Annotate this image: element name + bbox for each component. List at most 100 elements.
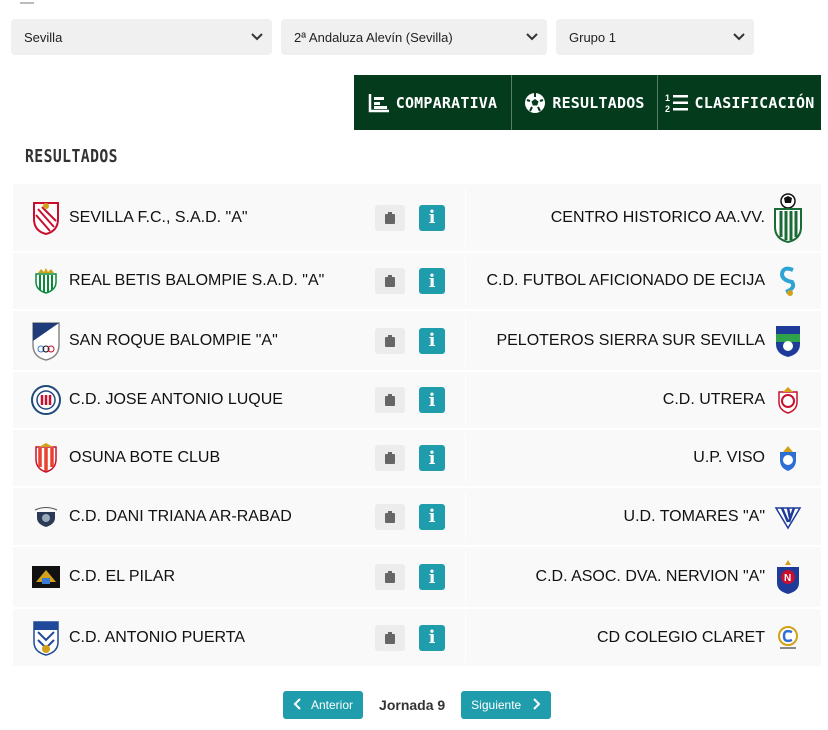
row-divider <box>465 613 466 662</box>
results-list: SEVILLA F.C., S.A.D. "A" i CENTRO HISTOR… <box>13 184 821 668</box>
home-team[interactable]: C.D. ANTONIO PUERTA <box>13 619 373 657</box>
match-info-button[interactable]: i <box>419 268 445 294</box>
away-team[interactable]: CD COLEGIO CLARET <box>461 621 821 655</box>
match-actions: i <box>375 503 445 530</box>
pagination: Anterior Jornada 9 Siguiente <box>283 691 552 719</box>
chevron-down-icon <box>525 30 539 44</box>
match-info-button[interactable]: i <box>419 445 445 471</box>
clipboard-icon[interactable] <box>375 445 405 471</box>
home-team-name: REAL BETIS BALOMPIE S.A.D. "A" <box>69 272 325 289</box>
away-team[interactable]: C.D. UTRERA <box>461 383 821 417</box>
svg-text:N: N <box>784 573 791 584</box>
match-actions: i <box>375 445 445 471</box>
match-row: C.D. EL PILAR i C.D. ASOC. DVA. NERVION … <box>13 547 821 609</box>
tab-clasificacion[interactable]: 1 2 CLASIFICACIÓN <box>658 75 821 130</box>
jose-antonio-luque-crest-icon <box>31 383 61 417</box>
match-info-button[interactable]: i <box>419 564 445 590</box>
utrera-crest-icon <box>773 383 803 417</box>
away-team-name: U.P. VISO <box>693 449 765 466</box>
match-row: OSUNA BOTE CLUB i U.P. VISO <box>13 430 821 488</box>
home-team[interactable]: C.D. JOSE ANTONIO LUQUE <box>13 383 373 417</box>
next-button[interactable]: Siguiente <box>461 691 552 719</box>
filters-bar: Sevilla 2ª Andaluza Alevín (Sevilla) Gru… <box>11 19 763 55</box>
betis-crest-icon <box>31 264 61 298</box>
tomares-crest-icon <box>773 500 803 534</box>
away-team[interactable]: CENTRO HISTORICO AA.VV. <box>461 192 821 244</box>
row-divider <box>465 315 466 366</box>
away-team[interactable]: C.D. FUTBOL AFICIONADO DE ECIJA <box>461 264 821 298</box>
away-team[interactable]: U.P. VISO <box>461 441 821 475</box>
match-actions: i <box>375 204 445 231</box>
row-divider <box>465 376 466 424</box>
previous-button[interactable]: Anterior <box>283 691 364 719</box>
row-divider <box>465 188 466 247</box>
next-button-label: Siguiente <box>471 698 522 712</box>
province-select[interactable]: Sevilla <box>11 19 272 55</box>
competition-select-value: 2ª Andaluza Alevín (Sevilla) <box>294 29 453 45</box>
clipboard-icon[interactable] <box>375 327 405 354</box>
tab-clasificacion-label: CLASIFICACIÓN <box>694 93 815 112</box>
clipboard-icon[interactable] <box>375 564 405 590</box>
home-team[interactable]: C.D. DANI TRIANA AR-RABAD <box>13 500 373 534</box>
match-actions: i <box>375 564 445 590</box>
match-info-button[interactable]: i <box>419 204 445 231</box>
home-team[interactable]: OSUNA BOTE CLUB <box>13 441 373 475</box>
peloteros-crest-icon <box>773 323 803 359</box>
football-icon <box>524 92 546 114</box>
match-info-button[interactable]: i <box>419 624 445 651</box>
group-select-value: Grupo 1 <box>569 29 616 45</box>
centro-historico-crest-icon <box>773 192 803 244</box>
match-row: C.D. JOSE ANTONIO LUQUE i C.D. UTRERA <box>13 372 821 430</box>
match-info-button[interactable]: i <box>419 503 445 530</box>
clipboard-icon[interactable] <box>375 387 405 413</box>
away-team-name: C.D. ASOC. DVA. NERVION "A" <box>535 568 765 585</box>
away-team[interactable]: C.D. ASOC. DVA. NERVION "A" N <box>461 558 821 596</box>
home-team-name: C.D. JOSE ANTONIO LUQUE <box>69 391 283 408</box>
chevron-right-icon <box>531 697 541 713</box>
row-divider <box>465 551 466 603</box>
match-actions: i <box>375 268 445 294</box>
sevilla-crest-icon <box>31 201 61 235</box>
match-info-button[interactable]: i <box>419 327 445 354</box>
match-actions: i <box>375 327 445 354</box>
home-team-name: C.D. DANI TRIANA AR-RABAD <box>69 507 292 525</box>
competition-select[interactable]: 2ª Andaluza Alevín (Sevilla) <box>281 19 547 55</box>
ecija-crest-icon <box>773 264 803 298</box>
clipboard-icon[interactable] <box>375 503 405 530</box>
away-team-name: C.D. FUTBOL AFICIONADO DE ECIJA <box>486 272 765 289</box>
nervion-crest-icon: N <box>773 558 803 596</box>
row-divider <box>465 257 466 305</box>
match-actions: i <box>375 387 445 413</box>
chart-icon <box>368 93 390 113</box>
tab-resultados[interactable]: RESULTADOS <box>512 75 658 130</box>
antonio-puerta-crest-icon <box>31 619 61 657</box>
chevron-left-icon <box>293 697 303 713</box>
clipboard-icon[interactable] <box>375 624 405 651</box>
el-pilar-crest-icon <box>31 560 61 594</box>
clipboard-icon[interactable] <box>375 204 405 231</box>
away-team[interactable]: U.D. TOMARES "A" <box>461 500 821 534</box>
match-info-button[interactable]: i <box>419 387 445 413</box>
tab-comparativa-label: COMPARATIVA <box>395 93 498 112</box>
row-divider <box>465 434 466 482</box>
away-team[interactable]: PELOTEROS SIERRA SUR SEVILLA <box>461 323 821 359</box>
row-divider <box>465 492 466 541</box>
chevron-down-icon <box>732 30 746 44</box>
clipboard-icon[interactable] <box>375 268 405 294</box>
home-team[interactable]: SAN ROQUE BALOMPIE "A" <box>13 321 373 361</box>
tab-comparativa[interactable]: COMPARATIVA <box>354 75 512 130</box>
home-team[interactable]: C.D. EL PILAR <box>13 560 373 594</box>
top-checkbox-fragment <box>20 0 34 4</box>
tab-resultados-label: RESULTADOS <box>552 93 645 112</box>
home-team-name: SEVILLA F.C., S.A.D. "A" <box>69 208 248 226</box>
home-team-name: C.D. ANTONIO PUERTA <box>69 628 246 646</box>
svg-text:1: 1 <box>665 93 670 103</box>
group-select[interactable]: Grupo 1 <box>556 19 754 55</box>
home-team[interactable]: SEVILLA F.C., S.A.D. "A" <box>13 201 373 235</box>
match-row: SEVILLA F.C., S.A.D. "A" i CENTRO HISTOR… <box>13 184 821 253</box>
san-roque-crest-icon <box>31 321 61 361</box>
match-row: REAL BETIS BALOMPIE S.A.D. "A" i C.D. FU… <box>13 253 821 311</box>
province-select-value: Sevilla <box>24 29 63 45</box>
home-team[interactable]: REAL BETIS BALOMPIE S.A.D. "A" <box>13 264 373 298</box>
away-team-name: CENTRO HISTORICO AA.VV. <box>550 208 765 226</box>
